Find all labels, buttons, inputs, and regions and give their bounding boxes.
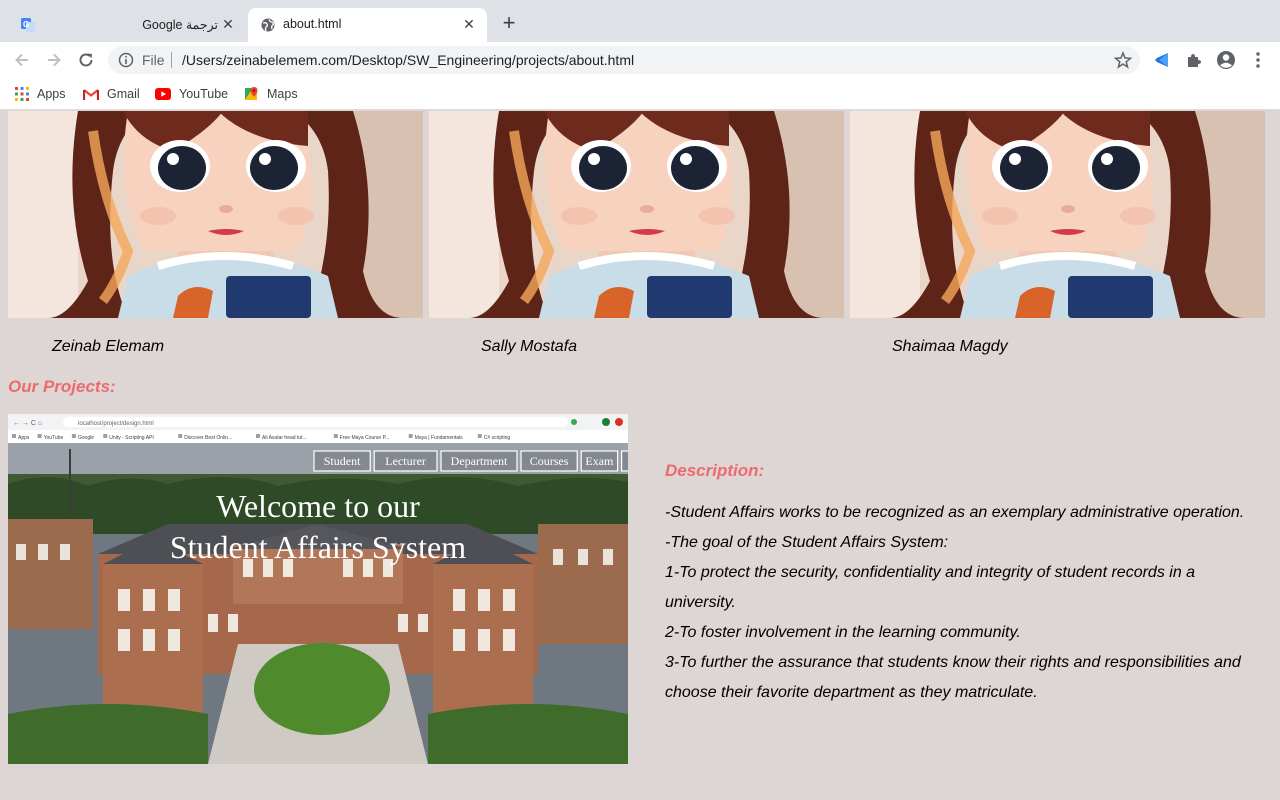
bookmark-maps[interactable]: Maps (243, 83, 298, 105)
info-icon[interactable] (118, 52, 134, 68)
member-photo (8, 111, 423, 318)
apps-grid-icon (15, 87, 29, 101)
tab-title: Google ترجمة (142, 18, 218, 32)
kebab-menu-icon (1256, 52, 1260, 68)
account-icon (1217, 51, 1235, 69)
girl-portrait-illustration (429, 111, 844, 318)
mini-bookmark-label: Unity - Scripting API (109, 435, 153, 441)
mini-bookmark-icon (333, 434, 338, 438)
reload-icon (79, 53, 93, 67)
mini-nav-label: Lecturer (385, 454, 426, 468)
mini-url: localhost/project/design.html (78, 421, 154, 427)
girl-portrait-illustration (850, 111, 1265, 318)
browser-menu-button[interactable] (1248, 50, 1268, 70)
welcome-line-2: Student Affairs System (170, 529, 466, 565)
student-affairs-screenshot: localhost/project/design.html ← → C ⌂ Ap… (8, 414, 628, 764)
mini-bookmark-icon (37, 434, 42, 438)
mini-bookmark-icon (477, 434, 482, 438)
bookmark-star-icon[interactable] (1114, 51, 1132, 69)
mini-nav-button (620, 450, 628, 472)
bookmark-apps[interactable]: Apps (15, 83, 66, 105)
welcome-line-1: Welcome to our (216, 488, 420, 524)
member-photo (850, 111, 1265, 318)
maps-icon (245, 87, 258, 100)
mini-bookmark-icon (71, 434, 76, 438)
description-line: 1-To protect the security, confidentiali… (665, 564, 1196, 611)
gmail-icon (83, 88, 99, 100)
globe-icon (261, 18, 275, 32)
description-line: -The goal of the Student Affairs System: (665, 534, 949, 551)
mini-bookmark-label: Maya | Fundamentals (415, 435, 463, 441)
description-text: -Student Affairs works to be recognized … (665, 498, 1255, 708)
description-heading: Description: (665, 461, 765, 480)
description-line: 2-To foster involvement in the learning … (665, 624, 1021, 641)
project-screenshot[interactable]: localhost/project/design.html ← → C ⌂ Ap… (8, 414, 628, 764)
tab-title: about.html (283, 17, 342, 31)
tab-google-translate[interactable]: G Google ترجمة ✕ (8, 8, 246, 42)
member-name: Shaimaa Magdy (892, 338, 1008, 355)
mini-bookmark-label: Free Maya Course P... (340, 435, 390, 441)
mini-bookmark-icon (12, 434, 16, 438)
mini-nav-label: Courses (530, 454, 569, 468)
forward-button[interactable] (42, 48, 66, 72)
mini-bookmark-icon (178, 434, 183, 438)
svg-text:G: G (23, 20, 29, 29)
mini-bookmark-icon (408, 434, 413, 438)
mini-bookmark-label: Discover Best Onlin... (184, 435, 232, 441)
projects-heading: Our Projects: (8, 377, 116, 396)
bookmark-youtube[interactable]: YouTube (155, 83, 228, 105)
bookmark-label: Maps (267, 87, 298, 101)
address-bar[interactable]: File /Users/zeinabelemem.com/Desktop/SW_… (108, 46, 1140, 74)
page-content: Zeinab Elemam Sally Mostafa Shaimaa Magd… (0, 111, 1280, 800)
mini-bookmark-label: YouTube (44, 435, 64, 441)
youtube-icon (155, 88, 171, 100)
close-tab-icon[interactable]: ✕ (220, 16, 236, 32)
url-separator (171, 52, 172, 68)
mini-bookmark-icon (103, 434, 108, 438)
bookmark-gmail[interactable]: Gmail (83, 83, 140, 105)
reload-button[interactable] (74, 48, 98, 72)
mini-nav-label: Student (324, 454, 361, 468)
mini-nav-label: Department (451, 454, 508, 468)
member-photo (429, 111, 844, 318)
girl-portrait-illustration (8, 111, 423, 318)
google-translate-icon: G (21, 18, 35, 32)
puzzle-icon (1188, 54, 1201, 67)
mini-nav-label: Exam (585, 454, 614, 468)
extension-dev-tool-button[interactable] (1152, 50, 1172, 70)
mini-bookmark-icon (256, 434, 260, 438)
bookmarks-bar: Apps Gmail YouTube Maps (0, 78, 1280, 110)
back-arrow-icon (15, 53, 28, 67)
mini-bookmark-label: C# scripting (484, 435, 511, 441)
close-tab-icon[interactable]: ✕ (461, 16, 477, 32)
browser-toolbar: File /Users/zeinabelemem.com/Desktop/SW_… (0, 42, 1280, 78)
new-tab-button[interactable]: + (497, 12, 521, 36)
svg-text:← → C ⌂: ← → C ⌂ (13, 420, 42, 427)
back-button[interactable] (10, 48, 34, 72)
bookmark-label: YouTube (179, 87, 229, 101)
url-text[interactable]: /Users/zeinabelemem.com/Desktop/SW_Engin… (182, 52, 634, 68)
mini-bookmark-label: Google (78, 435, 94, 441)
mini-bookmark-label: Ali Avatar head tut... (262, 435, 307, 441)
profile-button[interactable] (1216, 50, 1236, 70)
extensions-button[interactable] (1184, 50, 1204, 70)
extension-arrow-icon (1155, 53, 1168, 67)
description-line: -Student Affairs works to be recognized … (665, 504, 1245, 521)
tab-about[interactable]: about.html ✕ (248, 8, 487, 42)
member-name: Zeinab Elemam (52, 338, 165, 355)
bookmark-label: Gmail (107, 87, 140, 101)
bookmark-label: Apps (37, 87, 66, 101)
mini-bookmark-label: Apps (18, 435, 30, 441)
tab-strip: G Google ترجمة ✕ about.html ✕ + (0, 0, 1280, 42)
forward-arrow-icon (48, 53, 61, 67)
member-name: Sally Mostafa (481, 338, 578, 355)
url-scheme: File (142, 52, 165, 68)
description-line: 3-To further the assurance that students… (665, 654, 1241, 701)
